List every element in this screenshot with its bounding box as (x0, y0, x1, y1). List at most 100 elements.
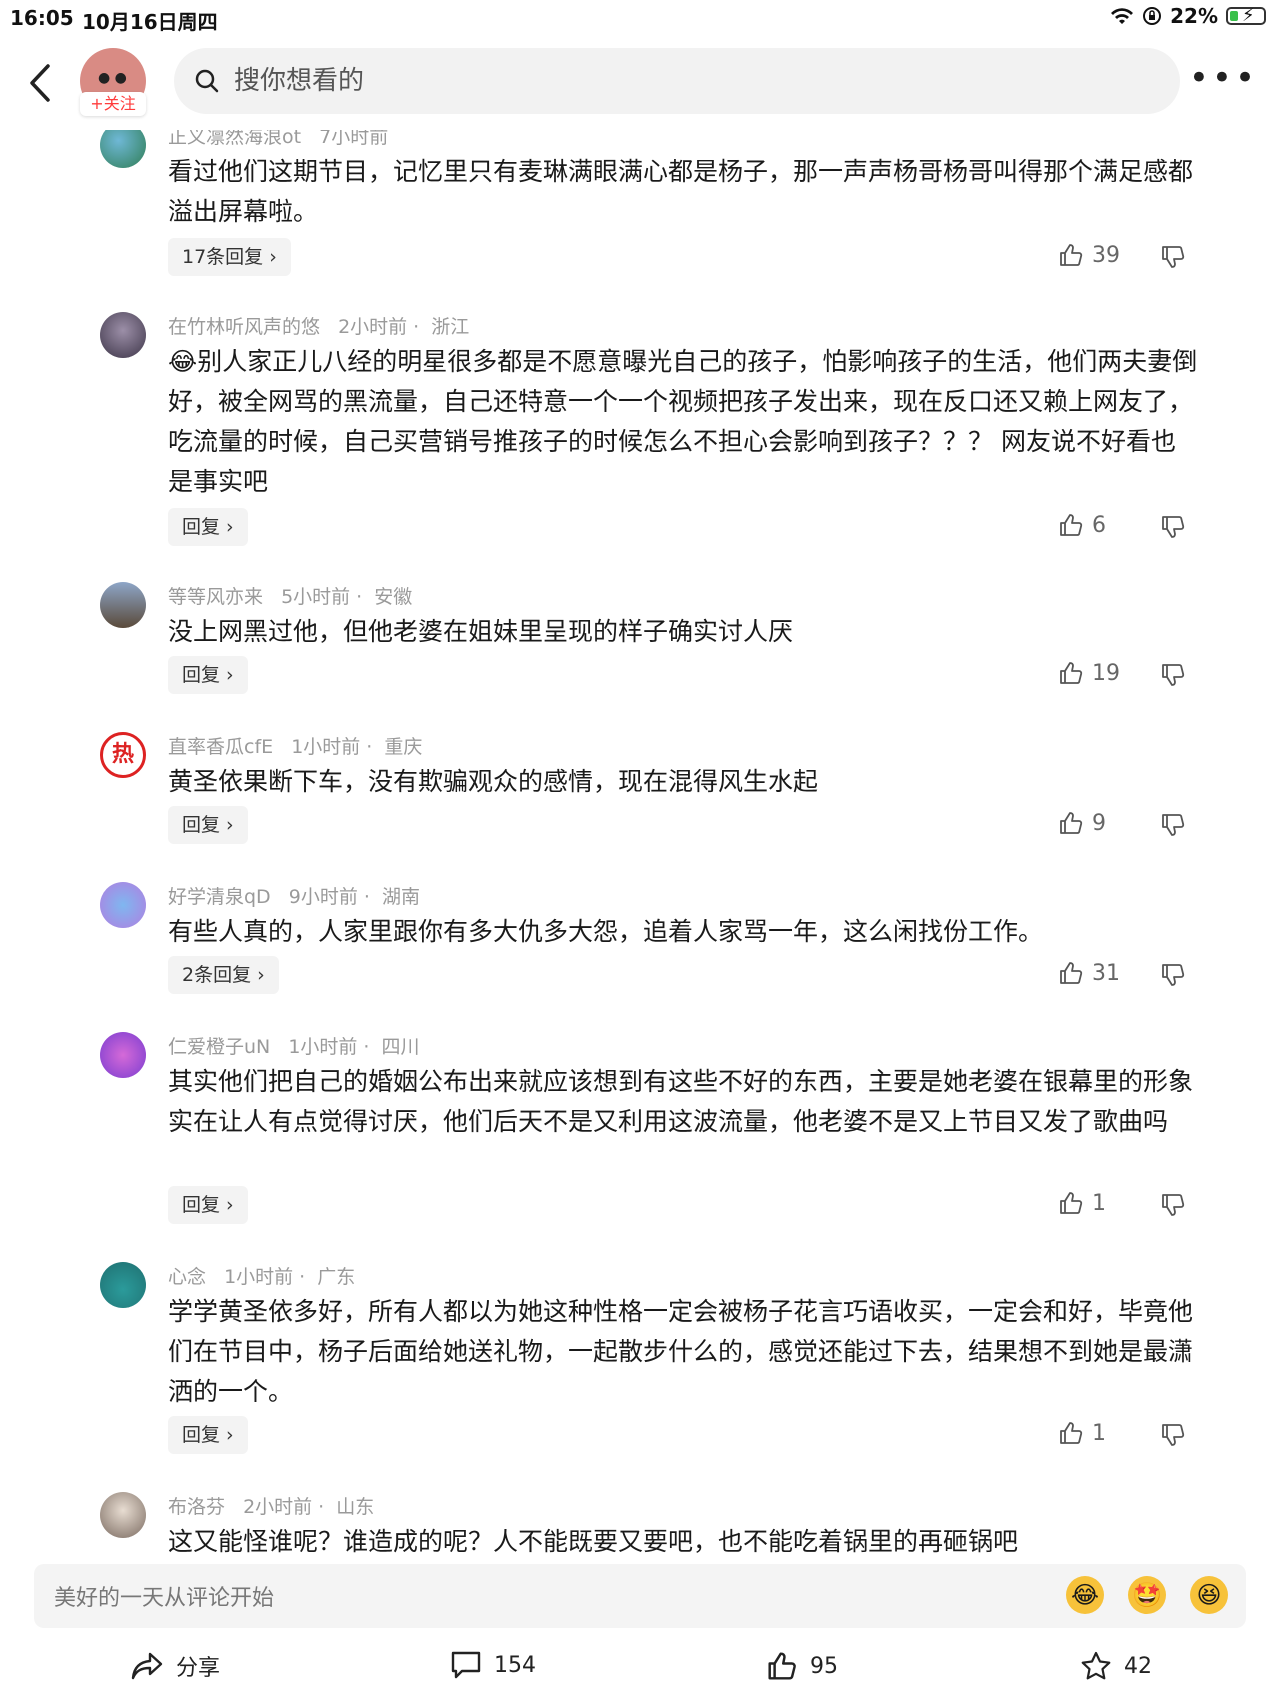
comment-meta: 在竹林听风声的悠 2小时前 · 浙江 (168, 316, 470, 338)
comment-time: 5小时前 (281, 586, 351, 608)
star-eyes-emoji-icon[interactable]: 🤩 (1128, 1576, 1166, 1614)
comment-count: 154 (494, 1652, 536, 1678)
bottom-action-bar: 分享 154 95 42 (0, 1640, 1280, 1706)
status-date: 10月16日周四 (82, 10, 218, 34)
comment-time: 1小时前 (224, 1266, 294, 1288)
comment-text: 😂别人家正儿八经的明星很多都是不愿意曝光自己的孩子，怕影响孩子的生活，他们两夫妻… (168, 347, 1198, 496)
thumbs-up-icon (1060, 662, 1083, 684)
comment-icon (451, 1651, 481, 1679)
like-button[interactable]: 39 (1058, 242, 1120, 268)
username[interactable]: 布洛芬 (168, 1496, 225, 1518)
battery-icon: ⚡ (1226, 5, 1266, 26)
comment-list: 正义凛然海浪ot 7小时前 看过他们这期节目，记忆里只有麦琳满眼满心都是杨子，那… (0, 130, 1280, 1560)
thumbs-down-icon[interactable] (1160, 514, 1186, 540)
search-bar[interactable] (174, 48, 1180, 114)
reply-button[interactable]: 2条回复 › (168, 956, 279, 994)
user-avatar[interactable] (100, 1262, 146, 1308)
comment-time: 2小时前 (243, 1496, 313, 1518)
share-button[interactable]: 分享 (130, 1650, 220, 1682)
favorite-button[interactable]: 42 (1080, 1650, 1152, 1682)
back-icon[interactable] (22, 58, 62, 108)
like-count: 19 (1092, 660, 1120, 686)
thumbs-down-icon[interactable] (1160, 1422, 1186, 1448)
status-bar: 16:05 10月16日周四 22% ⚡ (0, 0, 1280, 34)
thumbs-down-icon[interactable] (1160, 662, 1186, 688)
star-icon (1081, 1651, 1111, 1680)
like-count: 1 (1092, 1190, 1106, 1216)
thumbs-up-icon (1060, 514, 1083, 536)
comment-text: 黄圣依果断下车，没有欺骗观众的感情，现在混得风生水起 (168, 767, 819, 796)
comment-meta: 布洛芬 2小时前 · 山东 (168, 1496, 375, 1518)
comment-location: 广东 (317, 1266, 356, 1288)
favorite-count: 42 (1124, 1653, 1152, 1679)
comment-meta: 好学清泉qD 9小时前 · 湖南 (168, 886, 420, 908)
reply-button[interactable]: 回复 › (168, 1186, 248, 1224)
user-avatar[interactable] (100, 1492, 146, 1538)
lock-rotation-icon (1143, 7, 1162, 25)
thumbs-up-icon (768, 1652, 796, 1680)
reply-button[interactable]: 17条回复 › (168, 238, 291, 276)
comment-meta: 等等风亦来 5小时前 · 安徽 (168, 586, 413, 608)
comment-text: 看过他们这期节目，记忆里只有麦琳满眼满心都是杨子，那一声声杨哥杨哥叫得那个满足感… (168, 157, 1194, 226)
like-post-button[interactable]: 95 (766, 1650, 838, 1682)
comment-text: 没上网黑过他，但他老婆在姐妹里呈现的样子确实讨人厌 (168, 617, 794, 646)
comment-time: 2小时前 (338, 316, 408, 338)
comment-time: 1小时前 (291, 736, 361, 758)
comments-button[interactable]: 154 (450, 1650, 536, 1680)
username[interactable]: 在竹林听风声的悠 (168, 316, 320, 338)
follow-button[interactable]: +关注 (80, 92, 146, 116)
comment-location: 四川 (381, 1036, 420, 1058)
comment-meta: 心念 1小时前 · 广东 (168, 1266, 356, 1288)
comment-location: 浙江 (431, 316, 470, 338)
status-time: 16:05 (10, 6, 74, 30)
more-icon[interactable]: ••• (1189, 61, 1258, 95)
status-right: 22% ⚡ (1110, 4, 1266, 28)
post-like-count: 95 (810, 1653, 838, 1679)
username[interactable]: 直率香瓜cfE (168, 736, 273, 758)
username[interactable]: 等等风亦来 (168, 586, 263, 608)
like-button[interactable]: 1 (1058, 1420, 1106, 1446)
laugh-cry-emoji-icon[interactable]: 😂 (1066, 1576, 1104, 1614)
user-avatar[interactable] (100, 312, 146, 358)
user-avatar[interactable] (100, 1032, 146, 1078)
top-bar: ● ● +关注 ••• (0, 40, 1280, 130)
comment-text: 这又能怪谁呢？谁造成的呢？人不能既要又要吧，也不能吃着锅里的再砸锅吧 (168, 1527, 1019, 1556)
thumbs-down-icon[interactable] (1160, 244, 1186, 270)
comment-input-placeholder[interactable]: 美好的一天从评论开始 (54, 1580, 274, 1612)
reply-button[interactable]: 回复 › (168, 508, 248, 546)
comment-text: 学学黄圣依多好，所有人都以为她这种性格一定会被杨子花言巧语收买，一定会和好，毕竟… (168, 1297, 1194, 1406)
comment-input-bar[interactable]: 美好的一天从评论开始 😂 🤩 😆 (34, 1564, 1246, 1628)
comment-location: 重庆 (384, 736, 423, 758)
reply-button[interactable]: 回复 › (168, 806, 248, 844)
user-avatar[interactable] (100, 582, 146, 628)
like-button[interactable]: 31 (1058, 960, 1120, 986)
thumbs-up-icon (1060, 244, 1083, 266)
comment-text: 其实他们把自己的婚姻公布出来就应该想到有这些不好的东西，主要是她老婆在银幕里的形… (168, 1067, 1194, 1136)
username[interactable]: 好学清泉qD (168, 886, 271, 908)
user-avatar[interactable] (100, 130, 146, 168)
username[interactable]: 仁爱橙子uN (168, 1036, 270, 1058)
search-icon (195, 69, 219, 93)
thumbs-down-icon[interactable] (1160, 1192, 1186, 1218)
grin-emoji-icon[interactable]: 😆 (1190, 1576, 1228, 1614)
comment-time: 1小时前 (288, 1036, 358, 1058)
reply-button[interactable]: 回复 › (168, 656, 248, 694)
thumbs-down-icon[interactable] (1160, 812, 1186, 838)
user-avatar[interactable] (100, 882, 146, 928)
thumbs-down-icon[interactable] (1160, 962, 1186, 988)
user-avatar[interactable]: 热 (100, 732, 146, 778)
username[interactable]: 心念 (168, 1266, 206, 1288)
like-button[interactable]: 19 (1058, 660, 1120, 686)
comment-location: 湖南 (381, 886, 420, 908)
like-count: 31 (1092, 960, 1120, 986)
thumbs-up-icon (1060, 1192, 1083, 1214)
comment-time: 9小时前 (288, 886, 358, 908)
share-label: 分享 (176, 1656, 221, 1681)
like-button[interactable]: 6 (1058, 512, 1106, 538)
reply-button[interactable]: 回复 › (168, 1416, 248, 1454)
username[interactable]: 正义凛然海浪ot (168, 130, 301, 148)
comment-text: 有些人真的，人家里跟你有多大仇多大怨，追着人家骂一年，这么闲找份工作。 (168, 917, 1044, 946)
like-button[interactable]: 1 (1058, 1190, 1106, 1216)
like-button[interactable]: 9 (1058, 810, 1106, 836)
search-input[interactable] (232, 65, 1136, 97)
